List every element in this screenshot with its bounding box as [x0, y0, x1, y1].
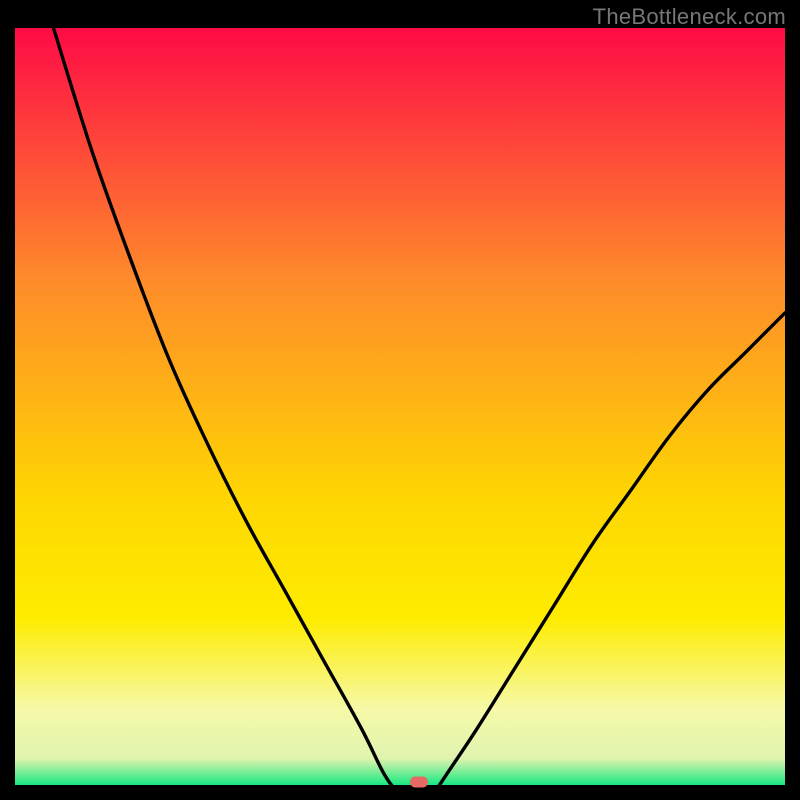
watermark-text: TheBottleneck.com: [593, 4, 786, 30]
optimal-point-marker: [410, 777, 428, 788]
plot-area: [15, 28, 785, 785]
bottleneck-curve: [15, 28, 785, 798]
chart-frame: TheBottleneck.com: [0, 0, 800, 800]
